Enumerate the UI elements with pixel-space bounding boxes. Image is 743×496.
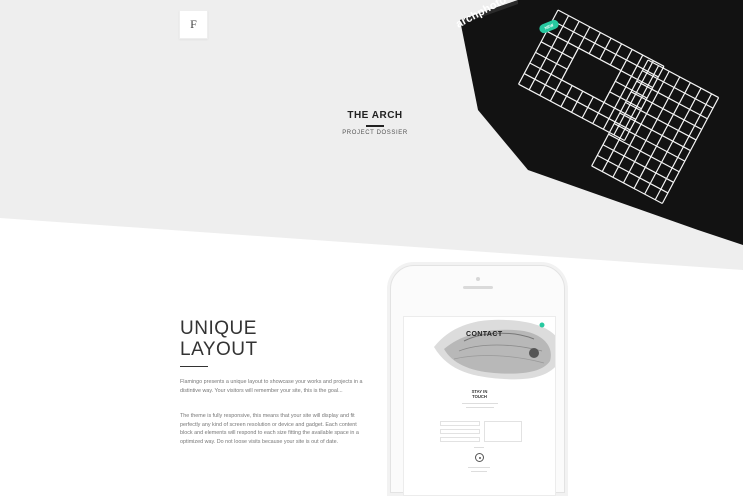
- contact-heading: CONTACT: [466, 331, 503, 338]
- location-icon: [475, 453, 484, 462]
- name-field[interactable]: [440, 421, 480, 426]
- phone-screen: CONTACT STAY IN TOUCH: [403, 316, 556, 496]
- stay-line2: TOUCH: [472, 394, 487, 399]
- site-logo[interactable]: F: [179, 10, 208, 39]
- logo-letter: F: [190, 17, 197, 31]
- title-divider: [366, 125, 384, 127]
- feature-paragraph-2: The theme is fully responsive, this mean…: [180, 413, 359, 445]
- project-subtitle: PROJECT DOSSIER: [342, 130, 408, 136]
- screen-text-line: [471, 471, 487, 472]
- email-field[interactable]: [440, 429, 480, 434]
- message-field[interactable]: [484, 421, 522, 442]
- heading-divider: [180, 366, 208, 367]
- feature-heading-line1: UNIQUE: [180, 318, 257, 339]
- phone-mockup: CONTACT STAY IN TOUCH: [390, 265, 565, 496]
- subject-field[interactable]: [440, 437, 480, 442]
- stay-in-touch-heading: STAY IN TOUCH: [404, 389, 555, 399]
- screen-text-line: [466, 407, 494, 408]
- phone-speaker: [463, 286, 493, 289]
- project-title[interactable]: THE ARCH: [330, 110, 420, 121]
- screen-text-line: [462, 403, 498, 404]
- phone-camera: [476, 277, 480, 281]
- feature-paragraph-1: Flamingo presents a unique layout to sho…: [180, 379, 363, 394]
- booklet-image[interactable]: [438, 0, 743, 245]
- portrait-photo: [434, 319, 555, 380]
- send-button[interactable]: [474, 447, 484, 448]
- feature-heading-line2: LAYOUT: [180, 339, 258, 360]
- feature-heading: UNIQUE LAYOUT: [180, 318, 380, 360]
- screen-text-line: [468, 467, 490, 468]
